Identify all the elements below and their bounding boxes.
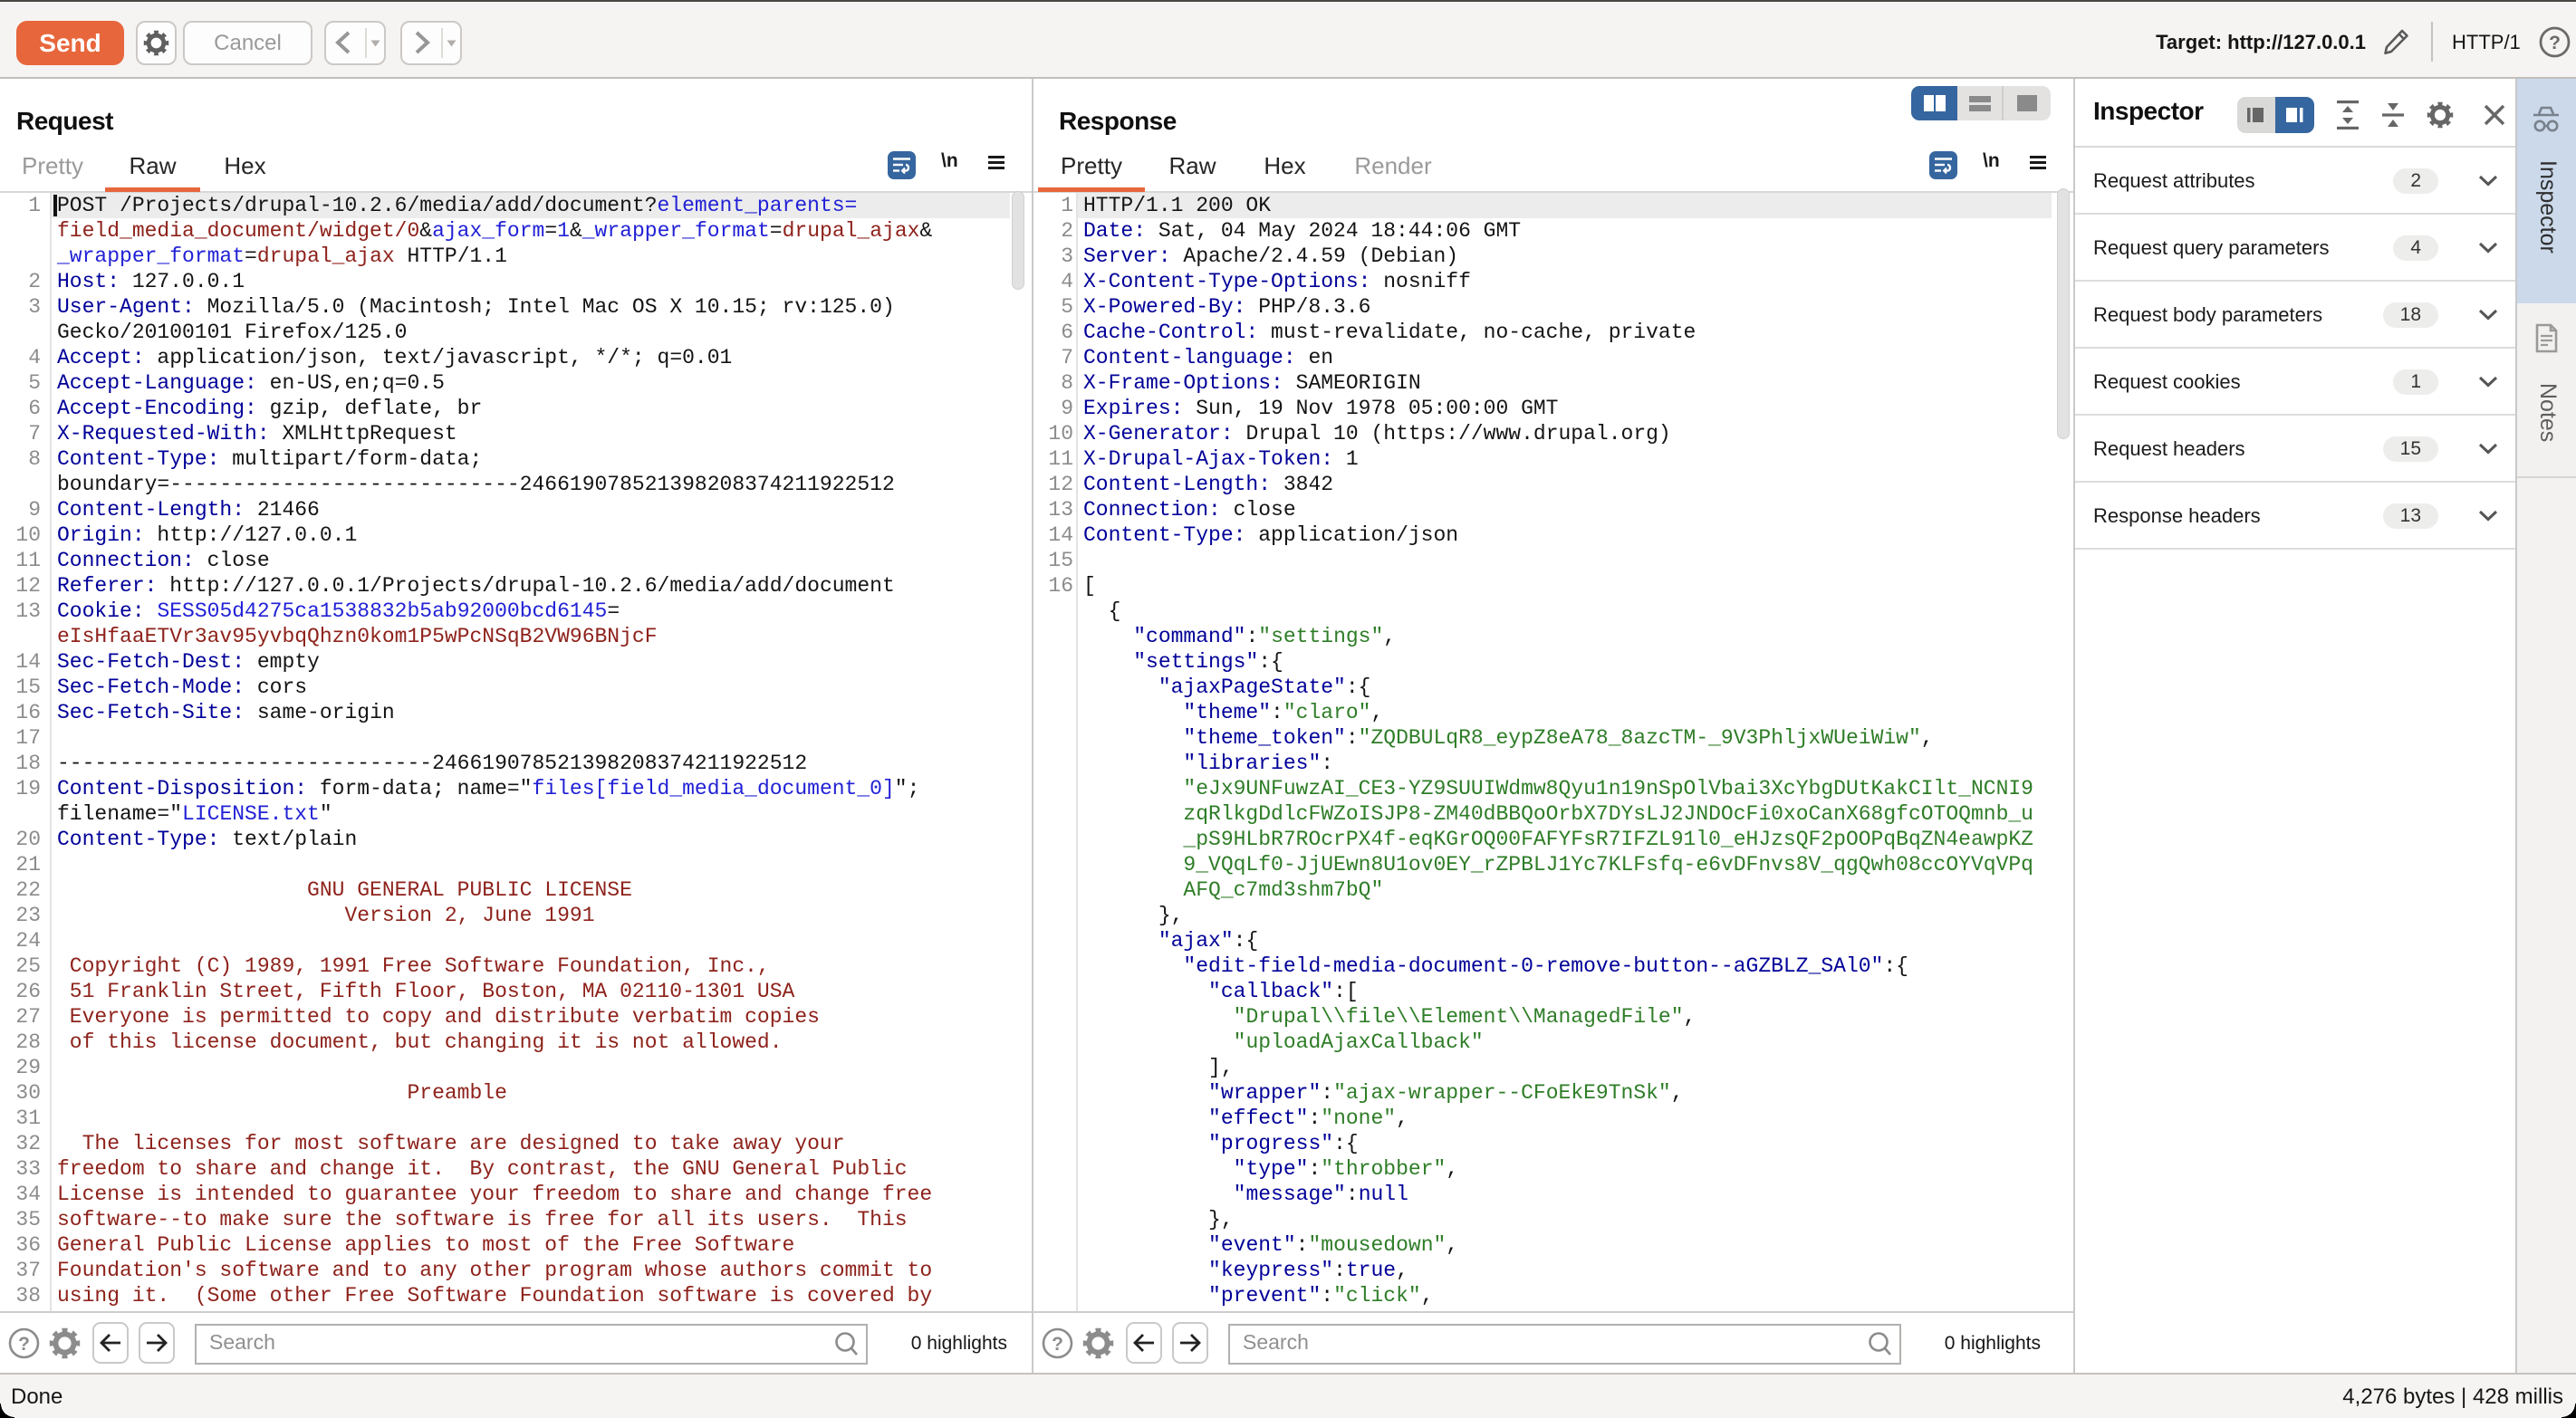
svg-text:?: ? bbox=[18, 1334, 30, 1355]
svg-text:?: ? bbox=[2549, 33, 2561, 53]
svg-text:?: ? bbox=[1052, 1334, 1063, 1355]
